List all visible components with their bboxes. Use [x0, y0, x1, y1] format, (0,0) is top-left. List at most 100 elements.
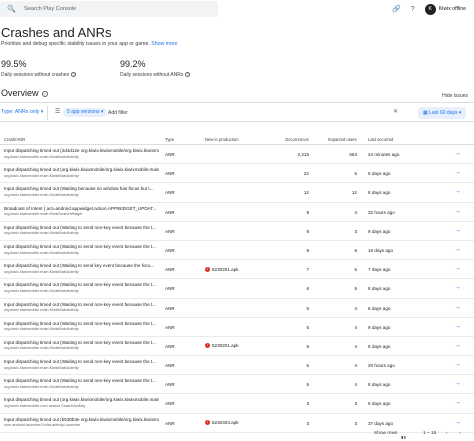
- table-row[interactable]: Input dispatching timed out (Waiting to …: [0, 337, 474, 357]
- issue-activity: org.kiwix.kiwixmobile.main.KiwixMainActi…: [4, 365, 79, 370]
- arrow-right-icon[interactable]: →: [454, 399, 461, 406]
- arrow-right-icon[interactable]: →: [454, 265, 461, 272]
- arrow-right-icon[interactable]: →: [454, 150, 461, 157]
- table-row[interactable]: Input dispatching timed out (Waiting to …: [0, 222, 474, 241]
- type-cell: ANR: [165, 401, 175, 407]
- type-cell: ANR: [165, 363, 175, 369]
- issue-activity: org.kiwix.kiwixmobile.core.search.Search…: [4, 404, 86, 409]
- help-icon[interactable]: ?: [41, 90, 48, 97]
- table-row[interactable]: Input dispatching timed out (Waiting to …: [0, 318, 474, 337]
- type-cell: ANR: [165, 228, 175, 234]
- users-cell: 4: [354, 209, 357, 215]
- issue-cell: Input dispatching timed out (org.kiwix.k…: [4, 397, 159, 408]
- last-occurred-cell: 32 hours ago: [368, 209, 395, 215]
- issue-cell: Broadcast of Intent { act=android.appwid…: [4, 206, 159, 217]
- help-icon[interactable]: ?: [185, 72, 191, 77]
- table-row[interactable]: Input dispatching timed out (org.kiwix.k…: [0, 394, 474, 414]
- type-cell: ANR: [165, 382, 175, 388]
- issue-activity: org.kiwix.kiwixmobile.main.KiwixMainActi…: [4, 173, 79, 178]
- arrow-right-icon[interactable]: →: [454, 304, 461, 311]
- help-icon[interactable]: ?: [71, 72, 77, 77]
- link-icon[interactable]: 🔗: [389, 5, 405, 13]
- arrow-right-icon[interactable]: →: [454, 169, 461, 176]
- table-row[interactable]: Input dispatching timed out (Waiting to …: [0, 299, 474, 318]
- occurrences-cell: 3: [306, 420, 309, 426]
- table-row[interactable]: Input dispatching timed out (Waiting to …: [0, 356, 474, 376]
- issue-cell: Input dispatching timed out (Waiting to …: [4, 378, 159, 389]
- arrow-right-icon[interactable]: →: [454, 323, 461, 330]
- search-input[interactable]: Search Play Console: [24, 6, 76, 12]
- add-filter-button[interactable]: Add filter: [108, 110, 128, 116]
- show-more-link[interactable]: Show more: [151, 41, 177, 47]
- issue-title: Input dispatching timed out (b530b3e org…: [4, 416, 159, 422]
- users-cell: 5: [354, 171, 357, 177]
- arrow-right-icon[interactable]: →: [454, 284, 461, 291]
- table-row[interactable]: Input dispatching timed out (org.kiwix.k…: [0, 164, 474, 184]
- issue-title: Input dispatching timed out (Waiting to …: [4, 339, 157, 345]
- last-occurred-cell: 8 days ago: [368, 171, 391, 177]
- subtitle-text: Prioritize and debug specific stability …: [1, 41, 150, 47]
- last-occurred-cell: 8 days ago: [368, 190, 391, 196]
- users-cell: 3: [354, 401, 357, 407]
- metric-label-text: Daily sessions without ANRs: [120, 72, 184, 78]
- table-row[interactable]: Input dispatching timed out (Waiting to …: [0, 375, 474, 395]
- type-filter[interactable]: Type: ANRs only ▾: [1, 109, 43, 115]
- column-header[interactable]: Last occurred: [368, 137, 393, 142]
- date-range-button[interactable]: ▦ Last 60 days ▾: [418, 107, 467, 119]
- arrow-right-icon[interactable]: →: [454, 361, 461, 368]
- type-cell: ANR: [165, 286, 175, 292]
- arrow-right-icon[interactable]: →: [454, 208, 461, 215]
- users-cell: 3: [354, 228, 357, 234]
- arrow-right-icon[interactable]: →: [454, 419, 461, 426]
- new-version-label: 5230201.apk: [212, 266, 239, 272]
- arrow-right-icon[interactable]: →: [454, 227, 461, 234]
- arrow-right-icon[interactable]: →: [454, 246, 461, 253]
- table-row[interactable]: Input dispatching timed out (Waiting to …: [0, 241, 474, 261]
- new-in-production-cell: ! 5230201.apk: [205, 343, 239, 349]
- users-cell: 4: [354, 382, 357, 388]
- overview-heading: Overview?: [1, 88, 48, 98]
- filter-icon[interactable]: ☰: [55, 108, 60, 115]
- column-header[interactable]: Occurrences: [285, 137, 309, 142]
- column-header[interactable]: Impacted users: [328, 137, 357, 142]
- error-icon: !: [205, 343, 210, 349]
- table-body: Input dispatching timed out (2d4d12e org…: [0, 145, 474, 433]
- hide-issues-button[interactable]: Hide issues: [442, 93, 468, 99]
- issue-cell: Input dispatching timed out (Waiting to …: [4, 263, 159, 274]
- chevron-right-icon[interactable]: ›: [459, 431, 461, 436]
- table-row[interactable]: Input dispatching timed out (Waiting bec…: [0, 183, 474, 203]
- column-header[interactable]: New in production: [205, 137, 239, 142]
- account-name[interactable]: Kiwix offline: [439, 6, 466, 12]
- issue-title: Input dispatching timed out (Waiting to …: [4, 282, 157, 288]
- last-occurred-cell: 9 days ago: [368, 324, 391, 330]
- table-row[interactable]: Input dispatching timed out (Waiting to …: [0, 260, 474, 280]
- occurrences-cell: 7: [306, 267, 309, 273]
- avatar[interactable]: K: [424, 3, 436, 15]
- issue-cell: Input dispatching timed out (Waiting to …: [4, 282, 159, 293]
- column-header[interactable]: Crash/ANR: [4, 137, 25, 142]
- occurrences-cell: 5: [306, 343, 309, 349]
- app-versions-label: 5 app versions: [67, 109, 100, 115]
- close-icon[interactable]: ✕: [393, 108, 398, 115]
- error-icon: !: [205, 266, 210, 272]
- table-row[interactable]: Input dispatching timed out (2d4d12e org…: [0, 145, 474, 165]
- arrow-right-icon[interactable]: →: [454, 380, 461, 387]
- occurrences-cell: 2,215: [297, 152, 310, 157]
- last-occurred-cell: 8 days ago: [368, 305, 391, 311]
- chevron-down-icon: ▾: [401, 436, 404, 441]
- column-header[interactable]: Type: [165, 137, 174, 142]
- issue-title: Input dispatching timed out (Waiting to …: [4, 263, 155, 269]
- table-row[interactable]: Broadcast of Intent { act=android.appwid…: [0, 203, 474, 222]
- last-occurred-cell: 8 days ago: [368, 343, 391, 349]
- arrow-right-icon[interactable]: →: [454, 188, 461, 195]
- search-bar[interactable]: 🔍 Search Play Console: [0, 1, 218, 17]
- chevron-left-icon[interactable]: ‹: [446, 431, 448, 436]
- type-cell: ANR: [165, 171, 175, 177]
- help-icon[interactable]: ?: [405, 6, 421, 13]
- app-versions-chip[interactable]: 5 app versions ▾: [63, 108, 108, 117]
- users-cell: 4: [354, 343, 357, 349]
- table-row[interactable]: Input dispatching timed out (Waiting to …: [0, 279, 474, 299]
- chevron-down-icon: ▾: [458, 110, 462, 116]
- arrow-right-icon[interactable]: →: [454, 342, 461, 349]
- issue-cell: Input dispatching timed out (2d4d12e org…: [4, 148, 159, 159]
